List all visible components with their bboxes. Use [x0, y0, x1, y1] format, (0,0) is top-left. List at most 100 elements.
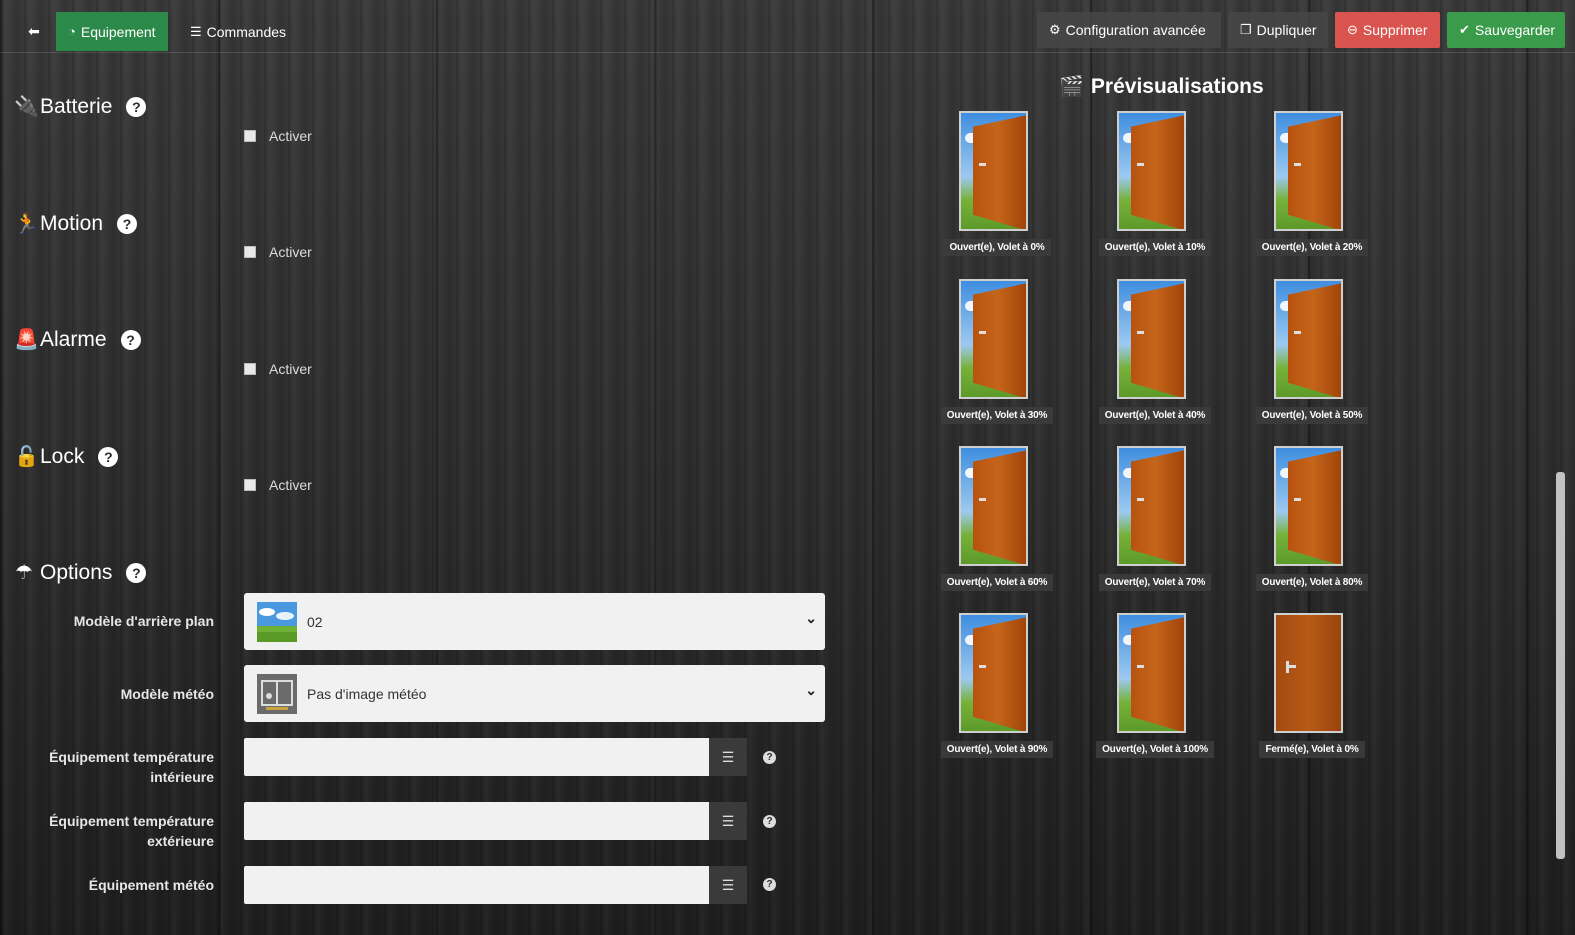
checkbox-box[interactable]: [244, 479, 256, 491]
clapperboard-icon: 🎬: [1059, 76, 1084, 98]
list-button-icon: ☰: [721, 876, 735, 893]
preview-caption: Ouvert(e), Volet à 100%: [1096, 741, 1214, 758]
meteo-model-select[interactable]: Pas d'image météo ⌄: [244, 665, 825, 722]
minus-circle-icon: ⊖: [1347, 22, 1358, 37]
dashboard-icon: ◔: [68, 24, 76, 39]
umbrella-icon: ☂: [15, 562, 33, 584]
section-motion-title: Motion: [40, 211, 104, 235]
meteo-eq-list-button[interactable]: ☰: [709, 866, 747, 904]
scrollbar[interactable]: [1556, 472, 1565, 859]
gears-icon: ⚙: [1049, 22, 1061, 37]
preview-title: 🎬 Prévisualisations: [1059, 74, 1264, 99]
temp-ext-label-line2: extérieure: [147, 833, 214, 849]
background-model-select[interactable]: 02 ⌄: [244, 593, 825, 650]
temp-int-label-line1: Équipement température: [49, 749, 214, 765]
meteo-model-label: Modèle météo: [120, 686, 214, 702]
door-open-image: [1117, 613, 1186, 733]
preview-caption: Ouvert(e), Volet à 40%: [1098, 407, 1212, 424]
list-button-icon: ☰: [721, 812, 735, 829]
help-icon[interactable]: ?: [763, 751, 776, 764]
list-button-icon: ☰: [721, 748, 735, 765]
door-open-image: [959, 111, 1028, 231]
top-toolbar: ⬅ ◔ Equipement ☰ Commandes ⚙ Configurati…: [0, 0, 1575, 53]
door-open-image: [1117, 279, 1186, 399]
preview-item: Ouvert(e), Volet à 60%: [937, 446, 1057, 594]
section-batterie-title: Batterie: [40, 94, 113, 118]
door-open-image: [959, 279, 1028, 399]
chevron-down-icon: ⌄: [805, 682, 817, 698]
motion-activate-checkbox[interactable]: Activer: [244, 244, 312, 260]
temp-ext-label-line1: Équipement température: [49, 813, 214, 829]
preview-caption: Ouvert(e), Volet à 90%: [940, 741, 1054, 758]
preview-item: Ouvert(e), Volet à 0%: [937, 111, 1057, 259]
batterie-activate-checkbox[interactable]: Activer: [244, 128, 312, 144]
delete-button[interactable]: ⊖ Supprimer: [1335, 12, 1440, 48]
chevron-down-icon: ⌄: [805, 610, 817, 626]
back-button[interactable]: ⬅: [16, 12, 52, 51]
plug-icon: 🔌: [14, 96, 39, 118]
section-lock: 🔓 Lock ?: [14, 444, 119, 469]
preview-item: Ouvert(e), Volet à 30%: [937, 279, 1057, 427]
door-open-image: [1274, 279, 1343, 399]
checkbox-label: Activer: [269, 361, 312, 377]
preview-item: Ouvert(e), Volet à 80%: [1252, 446, 1372, 594]
lock-activate-checkbox[interactable]: Activer: [244, 477, 312, 493]
section-options-title: Options: [40, 560, 113, 584]
save-button[interactable]: ✔ Sauvegarder: [1447, 12, 1565, 48]
help-icon[interactable]: ?: [120, 329, 141, 350]
save-label: Sauvegarder: [1474, 22, 1556, 38]
preview-caption: Ouvert(e), Volet à 80%: [1255, 574, 1369, 591]
preview-item: Ouvert(e), Volet à 10%: [1095, 111, 1215, 259]
preview-item: Ouvert(e), Volet à 40%: [1095, 279, 1215, 427]
preview-item: Ouvert(e), Volet à 50%: [1252, 279, 1372, 427]
door-open-image: [959, 446, 1028, 566]
preview-caption: Ouvert(e), Volet à 0%: [943, 239, 1051, 256]
tab-commandes[interactable]: ☰ Commandes: [178, 12, 298, 51]
preview-caption: Ouvert(e), Volet à 30%: [940, 407, 1054, 424]
tab-equipement[interactable]: ◔ Equipement: [56, 12, 168, 51]
checkbox-box[interactable]: [244, 130, 256, 142]
checkbox-label: Activer: [269, 477, 312, 493]
door-open-image: [1274, 111, 1343, 231]
advanced-config-button[interactable]: ⚙ Configuration avancée: [1037, 12, 1221, 48]
temp-ext-label: Équipement température extérieure: [49, 811, 214, 851]
tab-commandes-label: Commandes: [206, 23, 287, 40]
temp-int-list-button[interactable]: ☰: [709, 738, 747, 776]
preview-caption: Ouvert(e), Volet à 60%: [940, 574, 1054, 591]
checkbox-box[interactable]: [244, 363, 256, 375]
delete-label: Supprimer: [1362, 22, 1428, 38]
door-open-image: [959, 613, 1028, 733]
lock-icon: 🔓: [14, 446, 39, 468]
checkbox-label: Activer: [269, 244, 312, 260]
preview-item: Fermé(e), Volet à 0%: [1252, 613, 1372, 761]
help-icon[interactable]: ?: [126, 96, 147, 117]
landscape-thumbnail: [257, 601, 297, 642]
section-batterie: 🔌 Batterie ?: [14, 94, 147, 119]
help-icon[interactable]: ?: [98, 446, 119, 467]
door-closed-image: [1274, 613, 1343, 733]
back-arrow-icon: ⬅: [28, 23, 40, 39]
help-icon[interactable]: ?: [763, 878, 776, 891]
preview-item: Ouvert(e), Volet à 70%: [1095, 446, 1215, 594]
preview-caption: Ouvert(e), Volet à 50%: [1255, 407, 1369, 424]
duplicate-button[interactable]: ❐ Dupliquer: [1228, 12, 1328, 48]
running-icon: 🏃: [14, 213, 39, 235]
meteo-eq-input[interactable]: [244, 866, 709, 904]
background-model-value: 02: [307, 613, 323, 630]
tab-equipement-label: Equipement: [80, 23, 156, 40]
preview-caption: Ouvert(e), Volet à 20%: [1255, 239, 1369, 256]
alarm-icon: 🚨: [14, 329, 39, 351]
section-alarme-title: Alarme: [40, 327, 107, 351]
help-icon[interactable]: ?: [126, 562, 147, 583]
weather-thumbnail: [257, 673, 297, 714]
checkbox-box[interactable]: [244, 246, 256, 258]
temp-int-input[interactable]: [244, 738, 709, 776]
temp-int-label: Équipement température intérieure: [49, 747, 214, 787]
temp-ext-list-button[interactable]: ☰: [709, 802, 747, 840]
temp-ext-input[interactable]: [244, 802, 709, 840]
help-icon[interactable]: ?: [763, 815, 776, 828]
check-circle-icon: ✔: [1459, 22, 1470, 37]
alarme-activate-checkbox[interactable]: Activer: [244, 361, 312, 377]
checkbox-label: Activer: [269, 128, 312, 144]
help-icon[interactable]: ?: [117, 213, 138, 234]
